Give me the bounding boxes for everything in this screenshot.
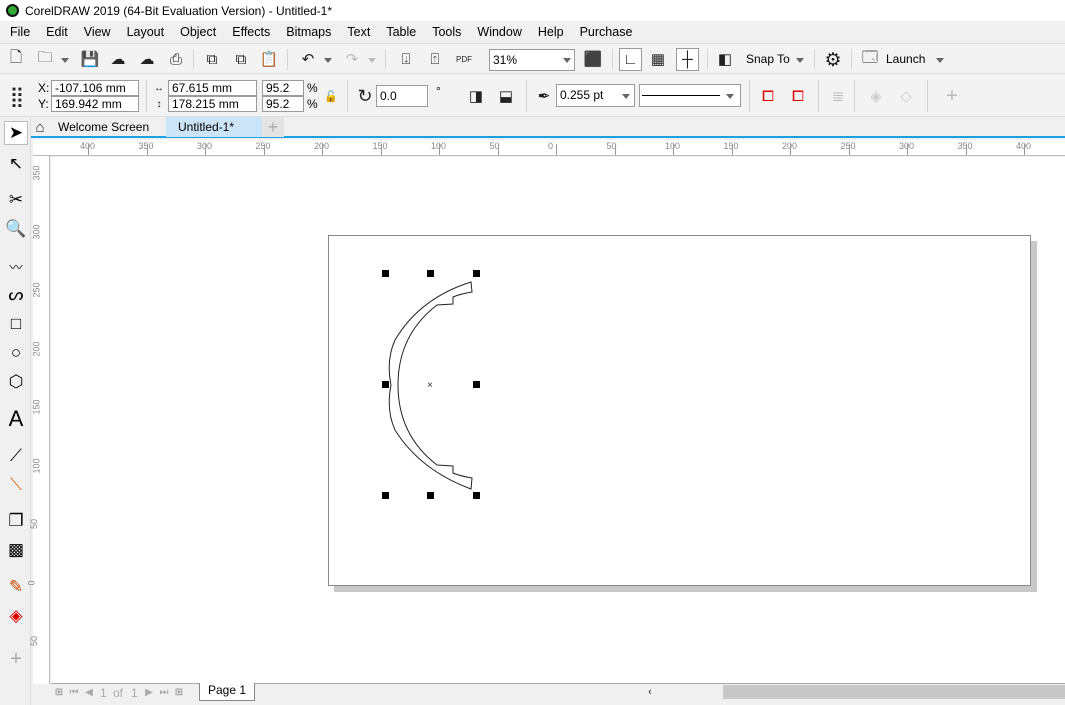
total-pages: 1 bbox=[131, 686, 138, 700]
first-page-icon[interactable]: ⏮ bbox=[67, 685, 81, 699]
center-marker-icon: × bbox=[427, 380, 433, 391]
add-page-before-icon[interactable]: ⊞ bbox=[53, 685, 65, 699]
scroll-left-icon[interactable]: ‹ bbox=[644, 685, 656, 699]
of-label: of bbox=[113, 686, 124, 700]
horizontal-scrollbar-thumb[interactable] bbox=[723, 685, 1065, 699]
page-navigator: ⊞ ⏮ ◀ 1 of 1 ▶ ⏭ ⊞ Page 1 ‹ bbox=[51, 683, 1065, 701]
current-page: 1 bbox=[100, 686, 107, 700]
prev-page-icon[interactable]: ◀ bbox=[83, 685, 95, 699]
last-page-icon[interactable]: ⏭ bbox=[157, 685, 171, 699]
page-tab-page-1[interactable]: Page 1 bbox=[199, 683, 255, 701]
selected-arc-shape[interactable]: × bbox=[0, 0, 1065, 705]
add-page-after-icon[interactable]: ⊞ bbox=[173, 685, 185, 699]
next-page-icon[interactable]: ▶ bbox=[143, 685, 155, 699]
